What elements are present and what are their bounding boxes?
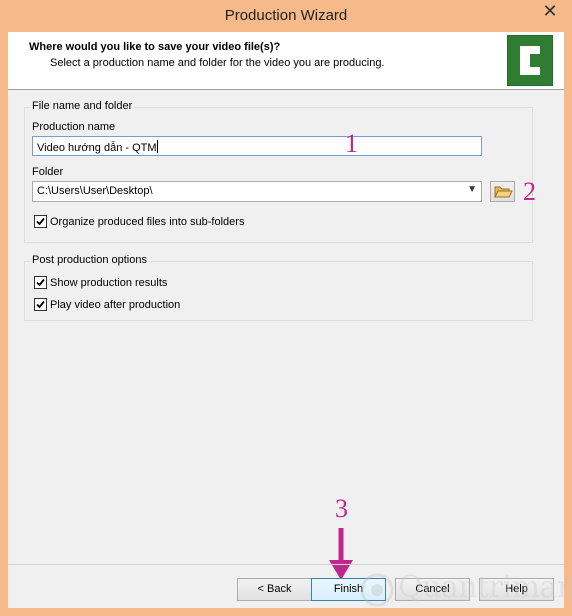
annotation-1: 1 xyxy=(345,129,358,158)
file-group-legend: File name and folder xyxy=(30,100,135,112)
folder-label: Folder xyxy=(32,166,64,178)
show-results-label: Show production results xyxy=(50,276,168,289)
annotation-arrow-icon xyxy=(329,528,353,580)
show-results-option[interactable]: Show production results xyxy=(34,276,167,289)
camtasia-logo-icon xyxy=(507,35,553,86)
show-results-checkbox[interactable] xyxy=(34,276,47,289)
play-video-checkbox[interactable] xyxy=(34,298,47,311)
production-name-label: Production name xyxy=(32,121,116,133)
title-bar: Production Wizard ✕ xyxy=(0,0,572,32)
folder-combobox[interactable]: C:\Users\User\Desktop\ ▼ xyxy=(32,181,482,202)
watermark-logo-icon xyxy=(360,573,394,607)
play-video-option[interactable]: Play video after production xyxy=(34,298,180,311)
post-production-group xyxy=(24,261,533,321)
wizard-header: Where would you like to save your video … xyxy=(8,32,564,90)
folder-open-icon xyxy=(494,186,513,198)
browse-folder-button[interactable] xyxy=(490,181,515,202)
wizard-client-area: Where would you like to save your video … xyxy=(8,32,564,608)
annotation-2: 2 xyxy=(523,177,536,206)
annotation-3: 3 xyxy=(335,494,348,523)
play-video-label: Play video after production xyxy=(50,298,181,311)
organize-subfolders-checkbox[interactable] xyxy=(34,215,47,228)
production-name-value: Video hướng dẫn - QTM xyxy=(37,142,157,154)
watermark: Quantrimang xyxy=(358,570,572,610)
chevron-down-icon[interactable]: ▼ xyxy=(467,184,477,195)
folder-value: C:\Users\User\Desktop\ xyxy=(37,185,153,197)
watermark-text: Quantrimang xyxy=(398,570,572,605)
organize-subfolders-option[interactable]: Organize produced files into sub-folders xyxy=(34,215,244,228)
production-name-input[interactable]: Video hướng dẫn - QTM xyxy=(32,136,482,156)
window-title: Production Wizard xyxy=(224,7,348,24)
organize-subfolders-label: Organize produced files into sub-folders xyxy=(50,215,245,228)
header-subtitle: Select a production name and folder for … xyxy=(50,57,385,69)
text-caret xyxy=(156,140,158,153)
close-button[interactable]: ✕ xyxy=(537,1,563,22)
back-button[interactable]: < Back xyxy=(237,578,312,601)
post-group-legend: Post production options xyxy=(30,254,149,266)
footer-separator xyxy=(8,564,564,565)
production-wizard-window: Production Wizard ✕ Where would you like… xyxy=(0,0,572,616)
header-title: Where would you like to save your video … xyxy=(29,41,281,53)
